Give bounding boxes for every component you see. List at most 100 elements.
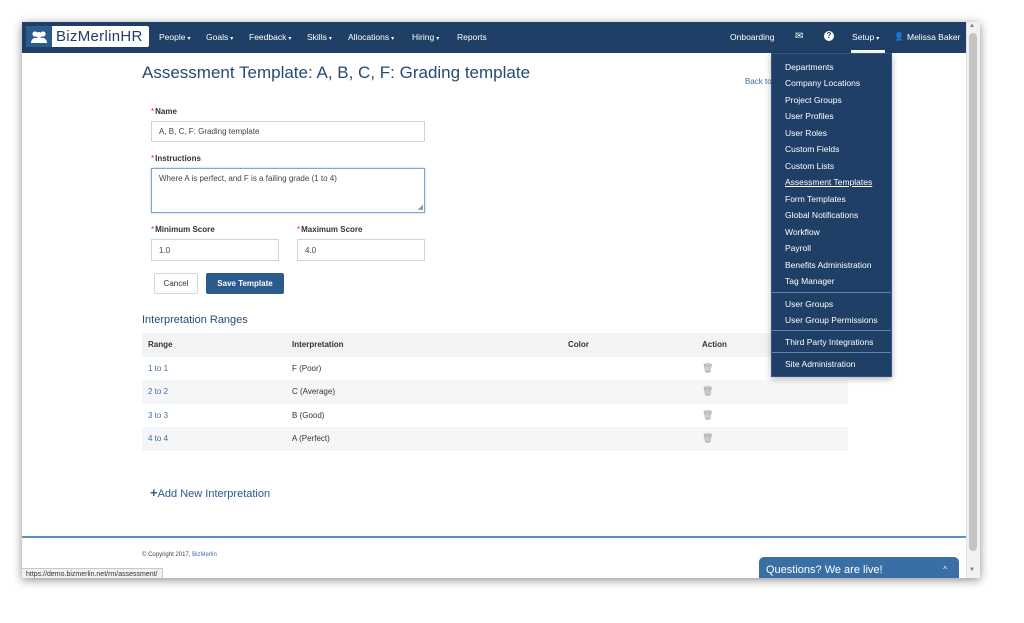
interpretation-ranges-title: Interpretation Ranges — [142, 314, 248, 326]
scroll-down-icon[interactable]: ▼ — [969, 567, 975, 573]
chat-label: Questions? We are live! — [766, 564, 883, 576]
nav-allocations[interactable]: Allocations ▾ — [348, 32, 394, 42]
user-name[interactable]: Melissa Baker — [907, 32, 960, 42]
range-link[interactable]: 1 to 1 — [148, 364, 168, 373]
nav-allocations-label: Allocations — [348, 32, 390, 42]
interpretation-cell: C (Average) — [292, 387, 335, 396]
required-mark: * — [297, 225, 301, 234]
range-link[interactable]: 2 to 2 — [148, 387, 168, 396]
menu-item-form-templates[interactable]: Form Templates — [785, 194, 846, 204]
cancel-button[interactable]: Cancel — [154, 273, 198, 294]
scroll-up-icon[interactable]: ▲ — [969, 23, 975, 29]
nav-hiring[interactable]: Hiring ▾ — [412, 32, 439, 42]
nav-feedback-label: Feedback — [249, 32, 287, 42]
menu-item-workflow[interactable]: Workflow — [785, 227, 820, 237]
menu-item-site-administration[interactable]: Site Administration — [785, 359, 855, 369]
table-header-row: Range Interpretation Color Action — [142, 333, 848, 357]
nav-people[interactable]: People ▾ — [159, 32, 190, 42]
menu-item-payroll[interactable]: Payroll — [785, 243, 811, 253]
max-score-label-text: Maximum Score — [301, 225, 363, 234]
menu-item-user-group-permissions[interactable]: User Group Permissions — [785, 315, 878, 325]
add-new-interpretation-link[interactable]: +Add New Interpretation — [150, 485, 270, 500]
plus-icon: + — [150, 485, 158, 500]
required-mark: * — [151, 107, 155, 116]
nav-setup[interactable]: Setup ▾ — [852, 32, 879, 42]
chevron-up-icon[interactable]: ^ — [943, 565, 947, 574]
nav-reports[interactable]: Reports — [457, 32, 487, 42]
status-bar-url: https://demo.bizmerlin.net/rm/assessment… — [22, 568, 163, 578]
copyright-label: © Copyright 2017, — [142, 552, 191, 558]
menu-item-global-notifications[interactable]: Global Notifications — [785, 210, 858, 220]
table-row: 1 to 1 F (Poor) 🗑 — [142, 357, 848, 381]
page-title: Assessment Template: A, B, C, F: Grading… — [142, 63, 531, 82]
header-range: Range — [148, 340, 173, 349]
menu-item-assessment-templates[interactable]: Assessment Templates — [785, 177, 872, 187]
menu-item-custom-lists[interactable]: Custom Lists — [785, 161, 834, 171]
trash-icon[interactable]: 🗑 — [702, 386, 713, 397]
caret-down-icon: ▾ — [187, 36, 191, 42]
live-chat-widget[interactable]: Questions? We are live! ^ — [759, 557, 959, 578]
footer-divider — [22, 536, 966, 538]
header-action: Action — [702, 340, 727, 349]
menu-item-benefits-administration[interactable]: Benefits Administration — [785, 260, 871, 270]
interpretation-cell: B (Good) — [292, 410, 325, 420]
menu-item-custom-fields[interactable]: Custom Fields — [785, 144, 839, 154]
table-row: 3 to 3 B (Good) 🗑 — [142, 404, 848, 428]
nav-goals[interactable]: Goals ▾ — [206, 32, 233, 42]
range-link[interactable]: 3 to 3 — [148, 411, 168, 420]
trash-icon[interactable]: 🗑 — [702, 433, 713, 444]
name-input[interactable]: A, B, C, F: Grading template — [151, 121, 425, 142]
max-score-label: *Maximum Score — [297, 225, 362, 234]
interpretation-table: Range Interpretation Color Action 1 to 1… — [142, 333, 848, 451]
header-interpretation: Interpretation — [292, 340, 344, 349]
nav-onboarding[interactable]: Onboarding — [730, 32, 774, 42]
range-link[interactable]: 4 to 4 — [148, 434, 168, 443]
bizmerlin-logo[interactable]: BizMerlinHR — [26, 26, 149, 47]
menu-item-user-roles[interactable]: User Roles — [785, 128, 827, 138]
menu-item-departments[interactable]: Departments — [785, 62, 834, 72]
scrollbar-thumb[interactable] — [969, 33, 977, 551]
min-score-input[interactable]: 1.0 — [151, 239, 279, 261]
nav-setup-label: Setup — [852, 32, 875, 42]
interpretation-cell: A (Perfect) — [292, 434, 330, 443]
menu-item-user-groups[interactable]: User Groups — [785, 299, 833, 309]
caret-down-icon: ▾ — [876, 36, 880, 42]
instructions-textarea[interactable]: Where A is perfect, and F is a failing g… — [151, 168, 425, 213]
menu-item-project-groups[interactable]: Project Groups — [785, 95, 842, 105]
name-label: *Name — [151, 107, 177, 116]
add-new-label: Add New Interpretation — [157, 488, 271, 500]
nav-skills[interactable]: Skills ▾ — [307, 32, 332, 42]
user-icon[interactable]: 👤 — [894, 32, 904, 41]
people-logo-icon — [26, 26, 52, 47]
instructions-label: *Instructions — [151, 154, 201, 163]
nav-feedback[interactable]: Feedback ▾ — [249, 32, 291, 42]
copyright-text: © Copyright 2017, BizMerlin — [142, 552, 217, 558]
trash-icon[interactable]: 🗑 — [702, 363, 713, 374]
top-navbar: BizMerlinHR People ▾ Goals ▾ Feedback ▾ Ski… — [22, 22, 966, 53]
required-mark: * — [151, 154, 155, 163]
nav-goals-label: Goals — [206, 32, 229, 42]
menu-divider — [772, 352, 891, 353]
company-link[interactable]: BizMerlin — [192, 552, 217, 558]
mail-icon[interactable]: ✉ — [795, 31, 803, 42]
nav-hiring-label: Hiring — [412, 32, 435, 42]
min-score-label: *Minimum Score — [151, 225, 215, 234]
menu-item-company-locations[interactable]: Company Locations — [785, 78, 860, 88]
resize-grip-icon[interactable]: ◢ — [418, 203, 423, 211]
menu-divider — [772, 292, 891, 293]
name-label-text: Name — [155, 107, 177, 116]
required-mark: * — [151, 225, 155, 234]
header-color: Color — [568, 340, 589, 349]
logo-text: BizMerlinHR — [56, 28, 143, 45]
menu-item-tag-manager[interactable]: Tag Manager — [785, 276, 835, 286]
caret-down-icon: ▾ — [328, 36, 332, 42]
min-score-label-text: Minimum Score — [155, 225, 215, 234]
back-link[interactable]: Back to — [745, 77, 772, 86]
save-template-button[interactable]: Save Template — [206, 273, 284, 294]
max-score-input[interactable]: 4.0 — [297, 239, 425, 261]
help-icon[interactable]: ? — [824, 31, 834, 41]
nav-people-label: People — [159, 32, 186, 42]
menu-item-third-party-integrations[interactable]: Third Party Integrations — [785, 337, 873, 347]
trash-icon[interactable]: 🗑 — [702, 410, 713, 421]
menu-item-user-profiles[interactable]: User Profiles — [785, 111, 834, 121]
